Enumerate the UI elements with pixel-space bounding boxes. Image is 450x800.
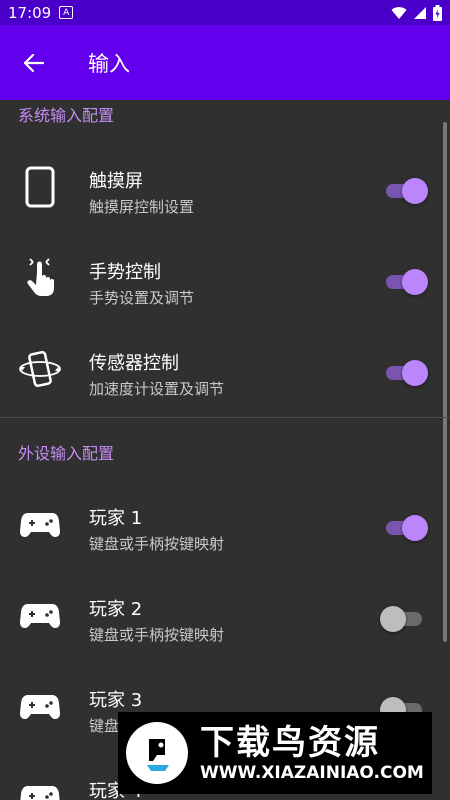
app-bar: 输入 (0, 25, 450, 100)
row-title: 传感器控制 (89, 353, 179, 374)
gesture-hand-icon (18, 256, 62, 300)
watermark-banner: 下载鸟资源 WWW.XIAZAINIAO.COM (118, 712, 432, 794)
notification-icon: A (59, 6, 74, 19)
row-subtitle: 键盘或手柄按键映射 (89, 626, 225, 644)
row-subtitle: 键盘或手柄按键映射 (89, 535, 225, 553)
player-1-toggle[interactable] (386, 515, 428, 541)
row-title: 玩家 3 (89, 690, 143, 711)
row-subtitle: 加速度计设置及调节 (89, 380, 225, 398)
status-indicators (391, 4, 442, 21)
row-title: 玩家 1 (89, 508, 143, 529)
watermark-url: WWW.XIAZAINIAO.COM (200, 763, 424, 783)
touchscreen-toggle[interactable] (386, 178, 428, 204)
settings-row-gesture[interactable]: 手势控制 手势设置及调节 (0, 234, 450, 325)
row-title: 玩家 2 (89, 599, 143, 620)
battery-icon (433, 4, 442, 21)
row-title: 触摸屏 (89, 171, 143, 192)
gamepad-icon (18, 502, 62, 546)
status-time: 17:09 (8, 3, 52, 22)
watermark-title: 下载鸟资源 (200, 723, 380, 763)
player-2-toggle[interactable] (380, 606, 428, 632)
settings-row-sensor[interactable]: 传感器控制 加速度计设置及调节 (0, 325, 450, 416)
gamepad-icon (18, 775, 62, 800)
gesture-toggle[interactable] (386, 269, 428, 295)
row-subtitle: 触摸屏控制设置 (89, 198, 195, 216)
section-header-peripheral-input: 外设输入配置 (18, 444, 115, 463)
back-button[interactable] (0, 25, 66, 100)
settings-row-touchscreen[interactable]: 触摸屏 触摸屏控制设置 (0, 143, 450, 234)
bird-logo-icon (126, 722, 188, 784)
phone-icon (18, 165, 62, 209)
section-header-system-input: 系统输入配置 (18, 106, 115, 125)
section-divider (0, 417, 450, 418)
wifi-icon (391, 6, 407, 19)
row-subtitle: 手势设置及调节 (89, 289, 195, 307)
arrow-back-icon (23, 53, 44, 72)
settings-row-player-2[interactable]: 玩家 2 键盘或手柄按键映射 (0, 571, 450, 662)
signal-icon (414, 6, 426, 19)
rotation-sensor-icon (18, 347, 62, 391)
status-bar: 17:09 A (0, 0, 450, 25)
gamepad-icon (18, 593, 62, 637)
row-title: 手势控制 (89, 262, 161, 283)
gamepad-icon (18, 684, 62, 728)
sensor-toggle[interactable] (386, 360, 428, 386)
page-title: 输入 (88, 51, 130, 76)
watermark-text: 下载鸟资源 WWW.XIAZAINIAO.COM (200, 723, 424, 783)
settings-row-player-1[interactable]: 玩家 1 键盘或手柄按键映射 (0, 480, 450, 571)
